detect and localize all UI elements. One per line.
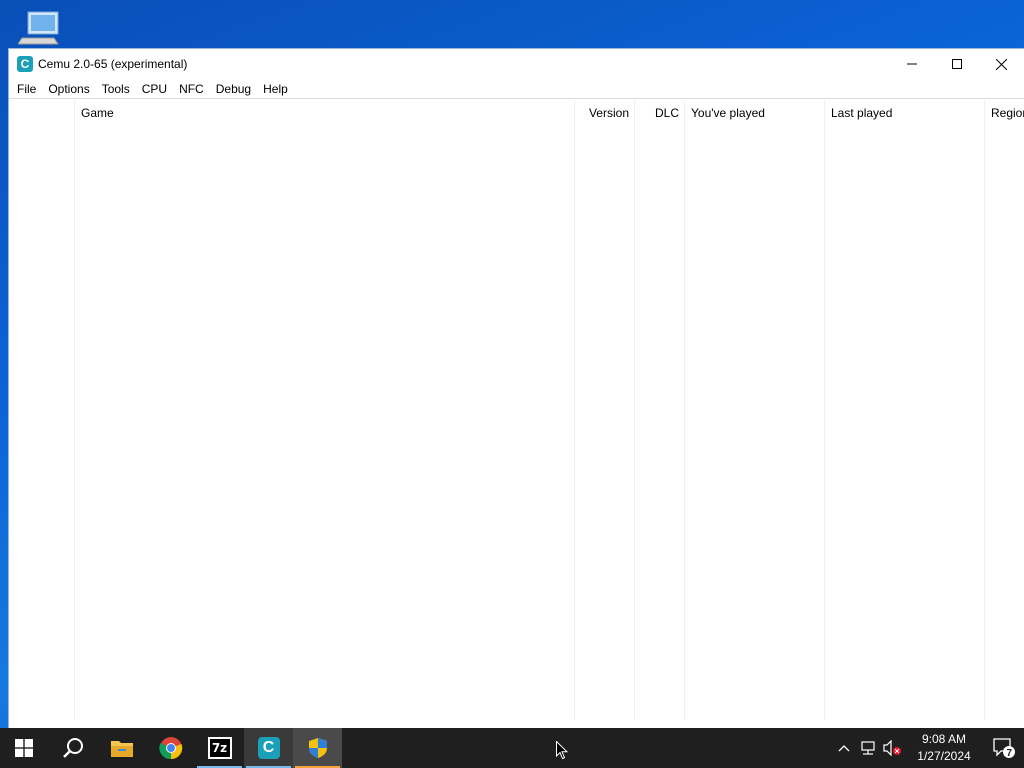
file-explorer-button[interactable]	[97, 728, 146, 768]
menu-tools[interactable]: Tools	[96, 79, 136, 99]
column-header-last-played: Last played	[831, 106, 893, 120]
column-last-played[interactable]: Last played	[825, 100, 985, 720]
menu-cpu[interactable]: CPU	[136, 79, 173, 99]
game-list[interactable]: Game Version DLC You've played Last play…	[9, 100, 1024, 729]
cemu-icon-label: C	[262, 739, 275, 756]
close-button[interactable]	[979, 49, 1024, 79]
column-header-region: Region	[991, 106, 1024, 120]
minimize-button[interactable]	[889, 49, 934, 79]
column-header-version: Version	[588, 106, 629, 120]
column-version[interactable]: Version	[575, 100, 635, 720]
cemu-taskbar-button[interactable]: C	[244, 728, 293, 768]
minimize-icon	[906, 63, 917, 65]
column-header-you-played: You've played	[691, 106, 765, 120]
chevron-up-icon	[838, 745, 850, 752]
network-button[interactable]	[856, 728, 880, 768]
window-title: Cemu 2.0-65 (experimental)	[38, 57, 188, 71]
start-icon	[15, 739, 33, 757]
mouse-cursor-icon	[556, 741, 568, 760]
cemu-icon: C	[257, 737, 280, 759]
menu-file[interactable]: File	[11, 79, 42, 99]
column-region[interactable]: Region	[985, 100, 1024, 720]
menu-options[interactable]: Options	[42, 79, 95, 99]
maximize-icon	[951, 59, 962, 69]
start-button[interactable]	[0, 728, 48, 768]
uac-shield-icon	[308, 738, 327, 758]
action-center-button[interactable]: 7	[984, 728, 1024, 768]
file-explorer-icon	[110, 741, 133, 757]
menu-bar: File Options Tools CPU NFC Debug Help	[9, 79, 1024, 99]
chrome-icon	[158, 737, 182, 760]
7zip-icon-label: 7z	[211, 741, 228, 755]
volume-button[interactable]	[880, 728, 904, 768]
column-icon[interactable]	[9, 100, 75, 720]
column-dlc[interactable]: DLC	[635, 100, 685, 720]
taskbar: 7z C 9:08 AM 1/27/2024 7	[0, 728, 1024, 768]
search-icon	[62, 738, 83, 758]
volume-muted-icon	[883, 740, 901, 756]
column-you-played[interactable]: You've played	[685, 100, 825, 720]
cemu-app-icon: C	[17, 56, 33, 72]
clock-date: 1/27/2024	[917, 749, 971, 763]
window-controls	[889, 49, 1024, 79]
network-icon	[861, 741, 875, 755]
column-header-dlc: DLC	[654, 106, 679, 120]
search-button[interactable]	[48, 728, 97, 768]
notification-icon	[993, 738, 1015, 758]
this-pc-desktop-icon[interactable]	[17, 8, 64, 48]
cemu-window: C Cemu 2.0-65 (experimental) File Option…	[8, 48, 1024, 729]
system-tray: 9:08 AM 1/27/2024 7	[832, 728, 1024, 768]
7zip-button[interactable]: 7z	[195, 728, 244, 768]
menu-debug[interactable]: Debug	[210, 79, 257, 99]
notification-count: 7	[1006, 748, 1012, 759]
show-hidden-icons-button[interactable]	[832, 728, 856, 768]
column-header-game: Game	[81, 106, 114, 120]
menu-help[interactable]: Help	[257, 79, 294, 99]
clock-time: 9:08 AM	[921, 732, 967, 746]
maximize-button[interactable]	[934, 49, 979, 79]
chrome-button[interactable]	[146, 728, 195, 768]
7zip-icon: 7z	[207, 737, 232, 759]
clock[interactable]: 9:08 AM 1/27/2024	[904, 731, 984, 765]
close-icon	[996, 58, 1007, 70]
uac-taskbar-button[interactable]	[293, 728, 342, 768]
menu-nfc[interactable]: NFC	[173, 79, 210, 99]
column-game[interactable]: Game	[75, 100, 575, 720]
title-bar[interactable]: C Cemu 2.0-65 (experimental)	[9, 49, 1024, 79]
